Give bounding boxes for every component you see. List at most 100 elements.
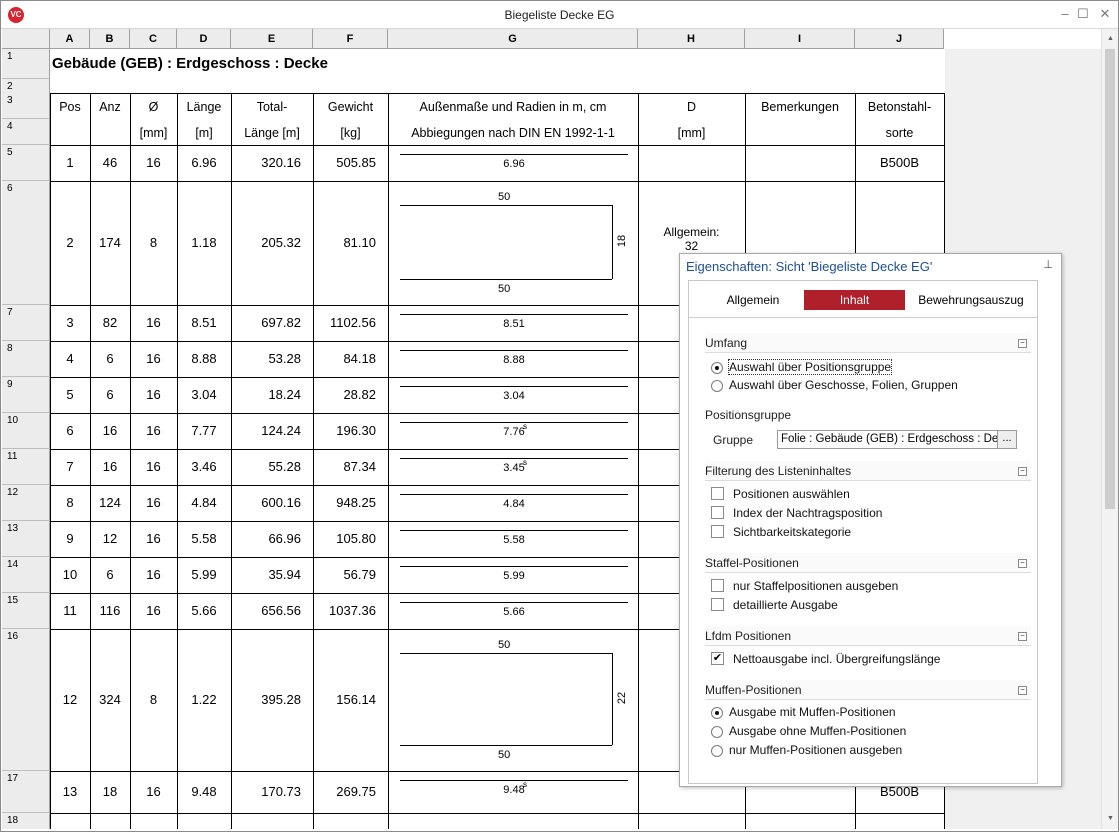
- cell-weight[interactable]: 56.79: [313, 567, 388, 582]
- cell-anz[interactable]: 18: [90, 784, 130, 799]
- label-mit-muffen[interactable]: Ausgabe mit Muffen-Positionen: [729, 705, 896, 719]
- cell-dia[interactable]: 16: [130, 351, 177, 366]
- cell-anz[interactable]: 324: [90, 692, 130, 707]
- cell-dia[interactable]: 16: [130, 567, 177, 582]
- radio-mit-muffen[interactable]: [711, 707, 723, 719]
- tab-inhalt[interactable]: Inhalt: [804, 290, 905, 310]
- cell-total[interactable]: 395.28: [231, 692, 313, 707]
- close-button[interactable]: ✕: [1094, 4, 1116, 24]
- label-positionsgruppe[interactable]: Auswahl über Positionsgruppe: [727, 359, 893, 375]
- cell-dia[interactable]: 16: [130, 603, 177, 618]
- pin-icon[interactable]: ⊥: [1043, 258, 1053, 271]
- column-header-j[interactable]: J: [855, 29, 944, 49]
- cell-dia[interactable]: 16: [130, 459, 177, 474]
- gruppe-browse-button[interactable]: ...: [997, 430, 1017, 449]
- row-header[interactable]: 5: [2, 145, 50, 181]
- cell-pos[interactable]: 4: [50, 351, 90, 366]
- cell-anz[interactable]: 174: [90, 235, 130, 250]
- cell-total[interactable]: 205.32: [231, 235, 313, 250]
- cell-total[interactable]: 170.73: [231, 784, 313, 799]
- cell-anz[interactable]: 46: [90, 155, 130, 170]
- cell-pos[interactable]: 3: [50, 315, 90, 330]
- row-header[interactable]: 16: [2, 629, 50, 771]
- cell-dia[interactable]: 16: [130, 784, 177, 799]
- cell-len[interactable]: 8.51: [177, 315, 231, 330]
- row-header[interactable]: 10: [2, 413, 50, 449]
- row-header[interactable]: 13: [2, 521, 50, 557]
- label-staffel[interactable]: nur Staffelpositionen ausgeben: [733, 579, 898, 593]
- column-header-h[interactable]: H: [638, 29, 745, 49]
- row-header[interactable]: 11: [2, 449, 50, 485]
- cell-d-label[interactable]: Allgemein:: [638, 225, 745, 239]
- cell-len[interactable]: 1.18: [177, 235, 231, 250]
- cell-weight[interactable]: 105.80: [313, 531, 388, 546]
- row-header[interactable]: 9: [2, 377, 50, 413]
- collapse-icon[interactable]: −: [1018, 632, 1027, 641]
- row-header[interactable]: 7: [2, 305, 50, 341]
- cell-len[interactable]: 5.99: [177, 567, 231, 582]
- column-header-i[interactable]: I: [745, 29, 855, 49]
- radio-ohne-muffen[interactable]: [711, 726, 723, 738]
- cell-dia[interactable]: 16: [130, 315, 177, 330]
- row-header[interactable]: 4: [2, 119, 50, 145]
- cell-total[interactable]: 320.16: [231, 155, 313, 170]
- cell-anz[interactable]: 6: [90, 567, 130, 582]
- cell-pos[interactable]: 11: [50, 603, 90, 618]
- scroll-up-icon[interactable]: ▲: [1102, 31, 1119, 47]
- row-header[interactable]: 6: [2, 181, 50, 305]
- cell-pos[interactable]: 6: [50, 423, 90, 438]
- column-header-a[interactable]: A: [50, 29, 90, 49]
- cell-dia[interactable]: 16: [130, 495, 177, 510]
- cell-total[interactable]: 124.24: [231, 423, 313, 438]
- checkbox-index[interactable]: [711, 506, 724, 519]
- cell-len[interactable]: 5.58: [177, 531, 231, 546]
- cell-total[interactable]: 697.82: [231, 315, 313, 330]
- cell-anz[interactable]: 16: [90, 423, 130, 438]
- cell-anz[interactable]: 116: [90, 603, 130, 618]
- cell-total[interactable]: 656.56: [231, 603, 313, 618]
- tab-allgemein[interactable]: Allgemein: [703, 290, 803, 310]
- cell-len[interactable]: 1.22: [177, 692, 231, 707]
- cell-len[interactable]: 5.66: [177, 603, 231, 618]
- cell-len[interactable]: 6.96: [177, 155, 231, 170]
- cell-weight[interactable]: 1037.36: [313, 603, 388, 618]
- cell-d[interactable]: 32: [638, 239, 745, 253]
- row-header[interactable]: 3: [2, 93, 50, 119]
- radio-geschosse[interactable]: [711, 380, 723, 392]
- cell-dia[interactable]: 16: [130, 423, 177, 438]
- collapse-icon[interactable]: −: [1018, 559, 1027, 568]
- cell-total[interactable]: 18.24: [231, 387, 313, 402]
- cell-pos[interactable]: 9: [50, 531, 90, 546]
- checkbox-positionen[interactable]: [711, 487, 724, 500]
- cell-anz[interactable]: 12: [90, 531, 130, 546]
- cell-pos[interactable]: 12: [50, 692, 90, 707]
- cell-pos[interactable]: 8: [50, 495, 90, 510]
- cell-pos[interactable]: 13: [50, 784, 90, 799]
- cell-dia[interactable]: 8: [130, 235, 177, 250]
- cell-len[interactable]: 4.84: [177, 495, 231, 510]
- checkbox-detailliert[interactable]: [711, 598, 724, 611]
- cell-dia[interactable]: 8: [130, 692, 177, 707]
- label-positionen[interactable]: Positionen auswählen: [733, 487, 850, 501]
- maximize-button[interactable]: ☐: [1072, 4, 1094, 24]
- label-geschosse[interactable]: Auswahl über Geschosse, Folien, Gruppen: [729, 378, 958, 392]
- checkbox-netto[interactable]: ✔: [711, 652, 724, 665]
- cell-total[interactable]: 35.94: [231, 567, 313, 582]
- cell-pos[interactable]: 5: [50, 387, 90, 402]
- cell-total[interactable]: 66.96: [231, 531, 313, 546]
- cell-weight[interactable]: 1102.56: [313, 315, 388, 330]
- cell-steel[interactable]: B500B: [855, 155, 944, 170]
- cell-len[interactable]: 8.88: [177, 351, 231, 366]
- cell-weight[interactable]: 81.10: [313, 235, 388, 250]
- cell-total[interactable]: 53.28: [231, 351, 313, 366]
- row-header[interactable]: 1: [2, 49, 50, 79]
- cell-len[interactable]: 3.04: [177, 387, 231, 402]
- cell-anz[interactable]: 124: [90, 495, 130, 510]
- cell-dia[interactable]: 16: [130, 155, 177, 170]
- cell-weight[interactable]: 156.14: [313, 692, 388, 707]
- cell-pos[interactable]: 10: [50, 567, 90, 582]
- collapse-icon[interactable]: −: [1018, 339, 1027, 348]
- sheet-corner[interactable]: [2, 29, 50, 49]
- cell-weight[interactable]: 505.85: [313, 155, 388, 170]
- cell-len[interactable]: 3.46: [177, 459, 231, 474]
